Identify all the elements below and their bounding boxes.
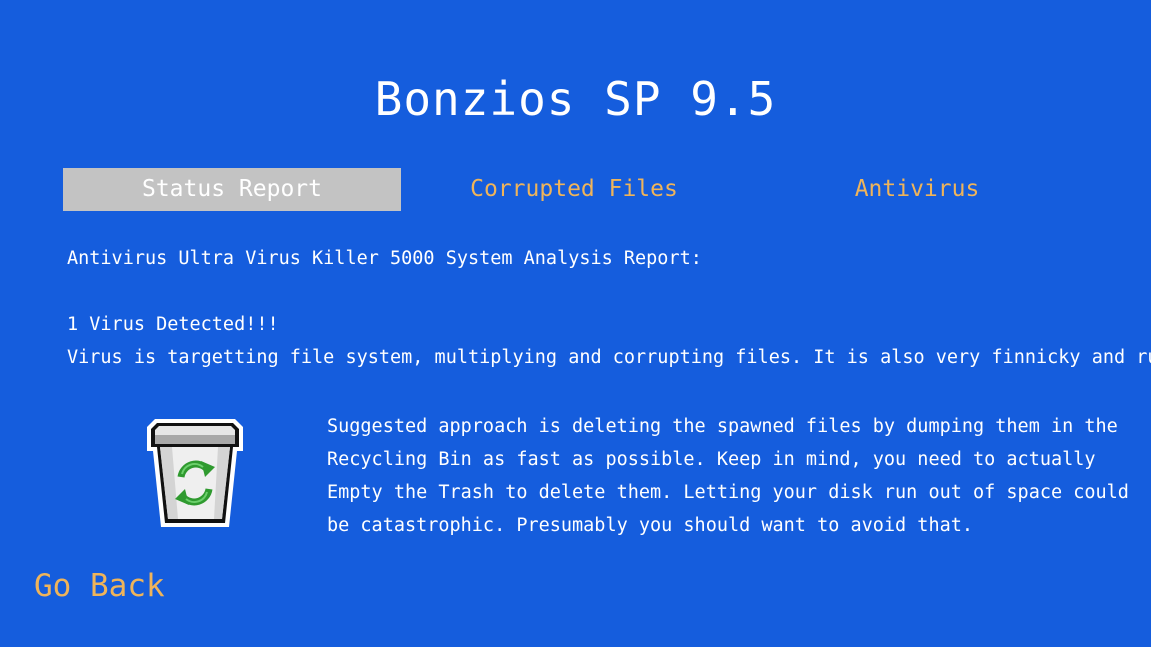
virus-count-text: 1 Virus Detected!!! [67,314,279,335]
tab-antivirus[interactable]: Antivirus [748,168,1086,211]
recycle-bin-icon [141,413,249,533]
report-heading: Antivirus Ultra Virus Killer 5000 System… [67,248,702,269]
virus-description: Virus is targetting file system, multipl… [67,347,1151,368]
approach-line: Empty the Trash to delete them. Letting … [327,482,1129,503]
page-title: Bonzios SP 9.5 [374,72,777,126]
approach-line: Suggested approach is deleting the spawn… [327,416,1118,437]
tab-corrupted-files[interactable]: Corrupted Files [405,168,743,211]
approach-line: Recycling Bin as fast as possible. Keep … [327,449,1096,470]
tab-status-report[interactable]: Status Report [63,168,401,211]
approach-line: be catastrophic. Presumably you should w… [327,515,974,536]
go-back-button[interactable]: Go Back [34,568,165,604]
suggested-approach-text: Suggested approach is deleting the spawn… [327,410,1129,542]
